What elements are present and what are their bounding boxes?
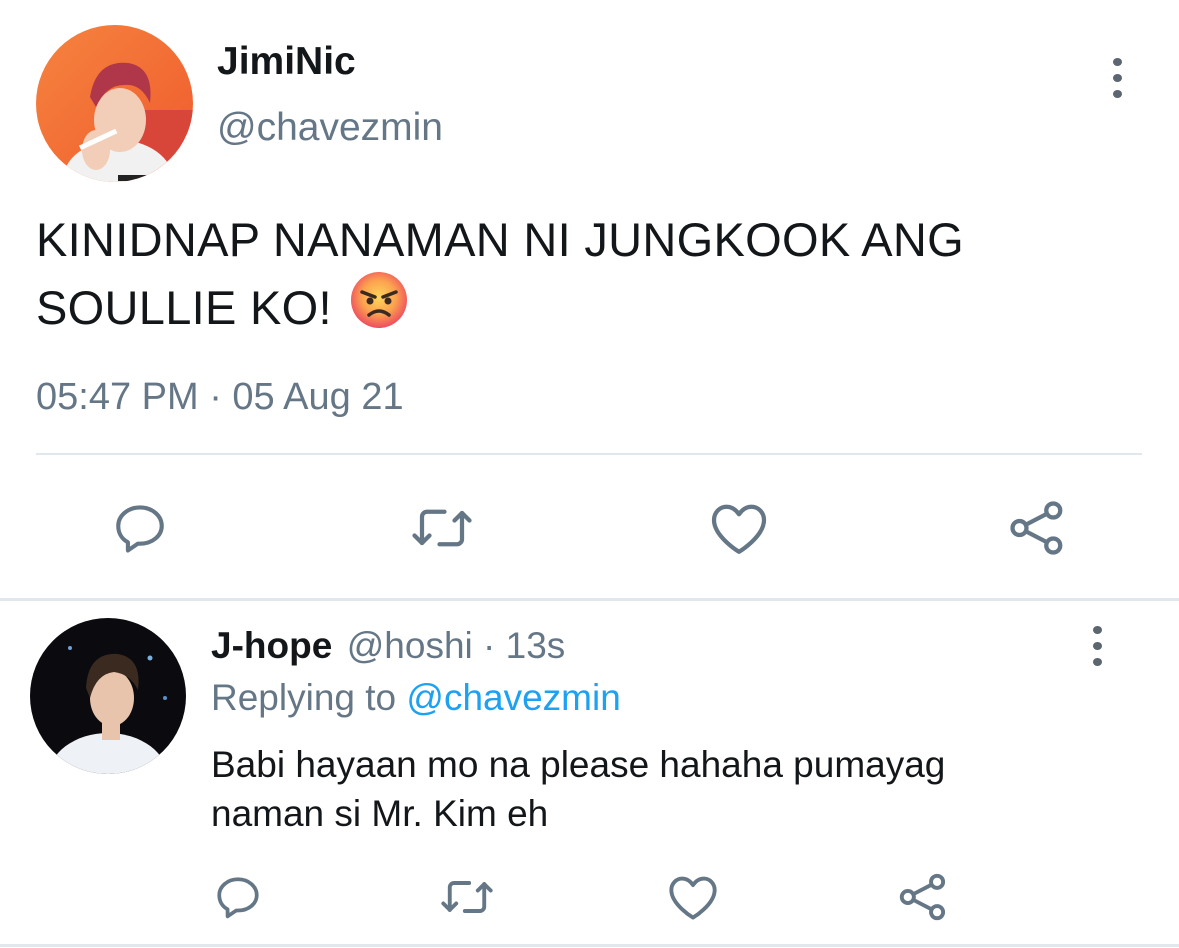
reply-author-handle[interactable]: @hoshi (347, 625, 473, 666)
tweet-text-line-2-text: SOULLIE KO! (36, 280, 332, 334)
section-divider (0, 598, 1179, 601)
reply-share-icon[interactable] (895, 869, 951, 925)
reply-separator: · (472, 625, 506, 666)
replying-to-prefix: Replying to (211, 677, 407, 718)
reply-text-line-1: Babi hayaan mo na please hahaha pumayag (211, 744, 946, 785)
replying-to-link[interactable]: @chavezmin (406, 677, 620, 718)
replying-to: Replying to @chavezmin (211, 677, 621, 719)
tweet-text: KINIDNAP NANAMAN NI JUNGKOOK ANG SOULLIE… (36, 209, 1146, 344)
reply-header: J-hope @hoshi · 13s (211, 625, 565, 667)
reply-retweet-icon[interactable] (437, 869, 497, 925)
more-options-icon[interactable] (1107, 58, 1127, 98)
retweet-icon[interactable] (407, 496, 477, 560)
tweet-timestamp[interactable]: 05:47 PM · 05 Aug 21 (36, 376, 404, 419)
reply-author-avatar[interactable] (30, 618, 186, 774)
tweet-text-line-1: KINIDNAP NANAMAN NI JUNGKOOK ANG (36, 213, 965, 266)
reply-time-ago[interactable]: 13s (506, 625, 566, 666)
reply-like-icon[interactable] (665, 869, 721, 925)
reply-more-options-icon[interactable] (1087, 626, 1107, 666)
reply-text: Babi hayaan mo na please hahaha pumayag … (211, 740, 1141, 838)
divider (36, 453, 1142, 455)
bottom-divider (0, 944, 1179, 947)
author-name[interactable]: JimiNic (217, 40, 356, 84)
author-avatar[interactable] (36, 25, 193, 182)
reply-icon[interactable] (108, 496, 172, 560)
tweet-text-line-2: SOULLIE KO! (36, 270, 1146, 344)
reply-text-line-2: naman si Mr. Kim eh (211, 793, 549, 834)
like-icon[interactable] (706, 496, 772, 560)
reply-author-name[interactable]: J-hope (211, 625, 332, 666)
angry-face-emoji (349, 270, 409, 344)
author-handle[interactable]: @chavezmin (217, 106, 443, 150)
reply-reply-icon[interactable] (210, 869, 266, 925)
share-icon[interactable] (1004, 496, 1070, 560)
